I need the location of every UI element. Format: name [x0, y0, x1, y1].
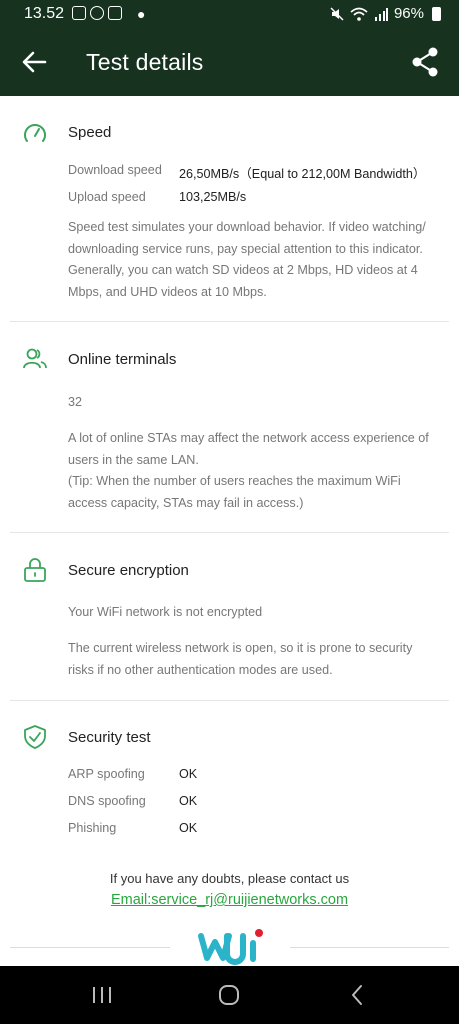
download-speed-value: 26,50MB/s（Equal to 212,00M Bandwidth）: [179, 167, 426, 181]
contact-email-link[interactable]: Email:service_rj@ruijienetworks.com: [111, 892, 348, 908]
speed-description: Speed test simulates your download behav…: [68, 217, 440, 303]
lock-icon: [24, 558, 46, 582]
contact-text: If you have any doubts, please contact u…: [109, 871, 350, 886]
footer-divider-right: [290, 947, 449, 948]
speed-description-line: Generally, you can watch SD videos at 2 …: [68, 263, 418, 277]
back-nav-icon[interactable]: [345, 983, 371, 1007]
battery-icon: [432, 6, 441, 21]
speed-title: Speed: [68, 124, 112, 141]
page-title: Test details: [86, 49, 204, 75]
back-arrow-icon[interactable]: [20, 48, 48, 76]
home-icon[interactable]: [216, 983, 242, 1007]
upload-speed-value: 103,25MB/s: [179, 190, 247, 204]
upload-speed-label: Upload speed: [68, 190, 146, 204]
download-speed-label: Download speed: [68, 163, 162, 177]
dns-spoofing-value: OK: [179, 794, 198, 808]
speed-description-line: Mbps, and UHD videos at 10 Mbps.: [68, 284, 267, 299]
footer-divider-left: [10, 947, 170, 948]
speed-section: Speed Download speed 26,50MB/s（Equal to …: [0, 96, 459, 322]
speedometer-icon: [24, 124, 46, 142]
encryption-description-line: The current wireless network is open, so…: [68, 641, 413, 655]
users-icon: [23, 348, 47, 369]
mute-icon: [330, 6, 344, 21]
status-bar: 13.52 ● 96%: [0, 0, 459, 28]
instagram-notification-icon: [108, 6, 122, 20]
encryption-status: Your WiFi network is not encrypted: [68, 605, 263, 619]
speed-description-line: downloading service runs, pay special at…: [68, 241, 423, 256]
encryption-section: Secure encryption Your WiFi network is n…: [0, 533, 459, 700]
terminals-count: 32: [68, 395, 83, 409]
recent-apps-icon[interactable]: [89, 983, 115, 1007]
phishing-label: Phishing: [68, 821, 117, 835]
security-test-section: Security test ARP spoofing OK DNS spoofi…: [0, 701, 459, 851]
share-icon[interactable]: [411, 47, 439, 77]
terminals-description: A lot of online STAs may affect the netw…: [68, 428, 440, 514]
terminals-description-line: A lot of online STAs may affect the netw…: [68, 431, 429, 445]
status-time: 13.52: [24, 5, 65, 22]
encryption-description: The current wireless network is open, so…: [68, 638, 440, 681]
battery-percent: 96%: [393, 5, 424, 22]
arp-spoofing-label: ARP spoofing: [68, 767, 145, 781]
wifi-icon: [350, 7, 368, 21]
encryption-title: Secure encryption: [68, 562, 189, 579]
system-nav-bar: [0, 966, 459, 1024]
status-right: 96%: [330, 5, 441, 22]
encryption-description-line: risks if no other authentication modes a…: [68, 662, 333, 677]
security-test-title: Security test: [68, 729, 151, 746]
shield-check-icon: [24, 725, 46, 749]
phishing-value: OK: [179, 821, 198, 835]
dns-spoofing-label: DNS spoofing: [68, 794, 146, 808]
contact-block: If you have any doubts, please contact u…: [0, 871, 459, 909]
terminals-description-line: access capacity, STAs may fail in access…: [68, 495, 304, 510]
whatsapp-notification-icon: [90, 6, 104, 20]
terminals-section: Online terminals 32 A lot of online STAs…: [0, 322, 459, 532]
app-bar: Test details: [0, 28, 459, 96]
terminals-title: Online terminals: [68, 351, 177, 368]
gallery-notification-icon: [72, 6, 86, 20]
ruijie-logo-icon: [198, 929, 263, 965]
signal-icon: [374, 7, 388, 21]
speed-description-line: Speed test simulates your download behav…: [68, 220, 426, 234]
notification-icons: [72, 6, 122, 20]
terminals-description-line: users in the same LAN.: [68, 452, 199, 467]
more-notifications-dot-icon: ●: [137, 6, 146, 22]
arp-spoofing-value: OK: [179, 767, 198, 781]
terminals-description-line: (Tip: When the number of users reaches t…: [68, 474, 401, 488]
